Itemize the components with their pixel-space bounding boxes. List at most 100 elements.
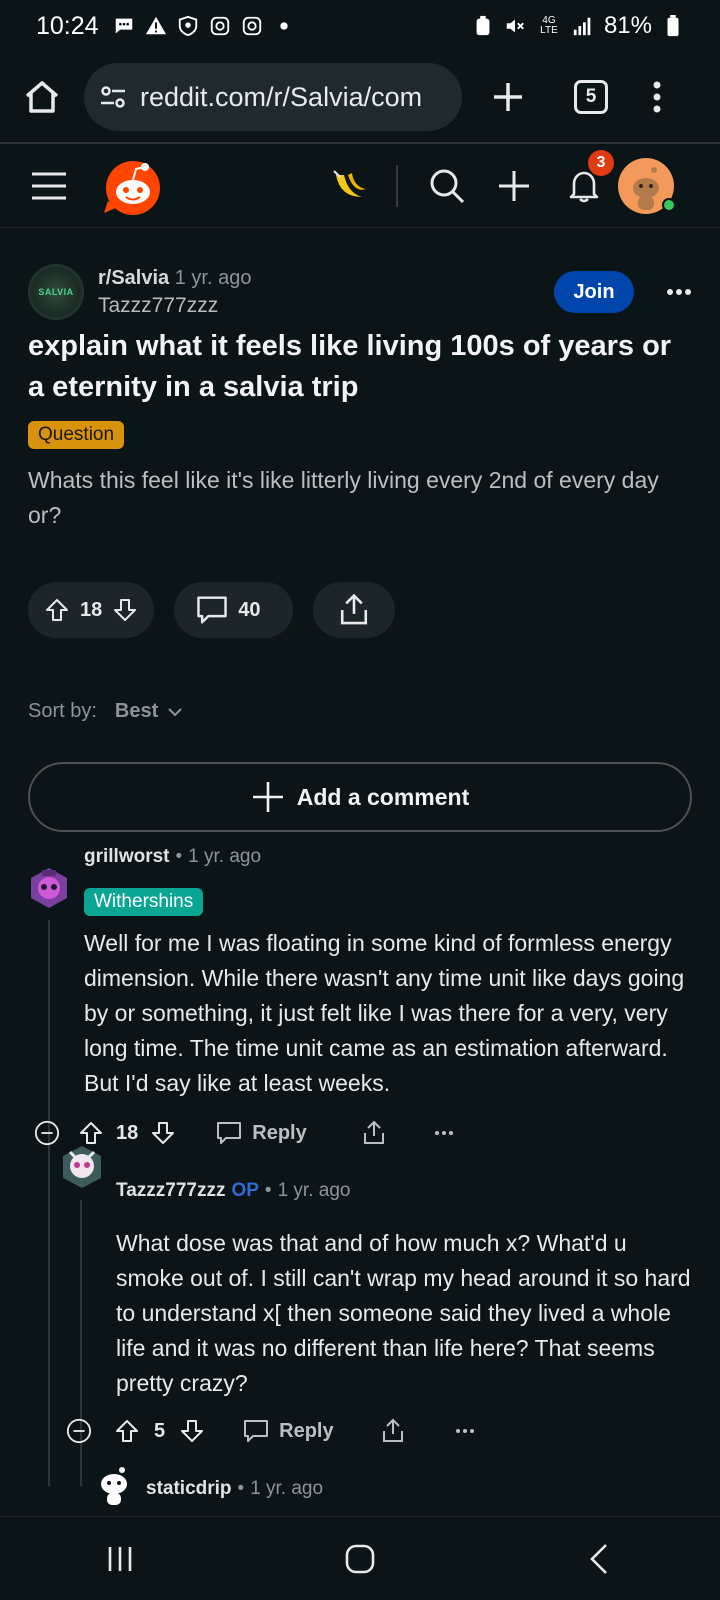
join-button[interactable]: Join bbox=[554, 271, 634, 313]
plus-icon bbox=[252, 782, 283, 812]
menu-icon[interactable] bbox=[30, 171, 68, 201]
battery-saver-icon bbox=[476, 15, 490, 36]
comment-username[interactable]: Tazzz777zzz bbox=[116, 1180, 225, 1201]
comment-icon bbox=[197, 596, 228, 624]
reply-icon[interactable] bbox=[216, 1120, 242, 1146]
tab-switcher-button[interactable]: 5 bbox=[574, 80, 608, 114]
reddit-logo-icon[interactable] bbox=[104, 157, 162, 215]
instagram-icon bbox=[210, 16, 229, 36]
post-comment-count: 40 bbox=[238, 598, 261, 621]
post-vote-count: 18 bbox=[80, 598, 103, 621]
new-tab-icon[interactable] bbox=[490, 79, 526, 115]
comment-header: staticdrip • 1 yr. ago bbox=[146, 1478, 323, 1500]
notifications-button[interactable]: 3 bbox=[566, 149, 614, 204]
collapse-icon[interactable] bbox=[34, 1120, 60, 1146]
downvote-icon[interactable] bbox=[179, 1418, 205, 1444]
comment-age: 1 yr. ago bbox=[250, 1478, 324, 1499]
snoo-avatar-icon[interactable] bbox=[94, 1466, 132, 1506]
user-avatar[interactable] bbox=[618, 157, 676, 214]
reply-button[interactable]: Reply bbox=[279, 1420, 333, 1443]
add-comment-label: Add a comment bbox=[296, 783, 470, 810]
comment-age: 1 yr. ago bbox=[277, 1180, 351, 1201]
dot-icon bbox=[279, 22, 288, 30]
comment-username[interactable]: grillworst bbox=[84, 846, 170, 867]
separator-dot: • bbox=[237, 1478, 245, 1499]
downvote-icon[interactable] bbox=[150, 1120, 176, 1146]
post-title[interactable]: explain what it feels like living 100s o… bbox=[28, 326, 692, 408]
comment-actions: 18 Reply bbox=[34, 1120, 457, 1146]
downvote-icon[interactable] bbox=[112, 597, 138, 623]
mute-icon bbox=[506, 19, 524, 33]
chat-bubble-icon bbox=[115, 18, 132, 34]
subreddit-name[interactable]: r/Salvia bbox=[98, 267, 169, 289]
chevron-down-icon bbox=[168, 707, 182, 716]
comment-vote-count: 18 bbox=[116, 1121, 139, 1144]
reply-icon[interactable] bbox=[243, 1418, 269, 1444]
status-system-icons: 4G LTE 81% bbox=[472, 12, 684, 40]
comment-vote-count: 5 bbox=[154, 1419, 166, 1442]
status-time: 10:24 bbox=[36, 11, 99, 40]
commenter-avatar[interactable] bbox=[28, 866, 70, 910]
vote-pill: 18 bbox=[28, 582, 155, 638]
header-divider bbox=[396, 164, 398, 207]
reddit-header: 3 bbox=[0, 144, 720, 228]
post-more-icon[interactable] bbox=[666, 288, 692, 296]
status-notification-icons bbox=[113, 15, 295, 37]
sort-selector[interactable]: Sort by: Best bbox=[28, 700, 184, 723]
address-bar[interactable]: reddit.com/r/Salvia/com bbox=[84, 63, 462, 131]
search-icon[interactable] bbox=[428, 167, 466, 205]
comments-button[interactable]: 40 bbox=[174, 582, 293, 638]
add-comment-button[interactable]: Add a comment bbox=[28, 762, 692, 832]
url-text: reddit.com/r/Salvia/com bbox=[140, 81, 423, 112]
more-options-icon[interactable] bbox=[431, 1120, 457, 1146]
separator-dot: • bbox=[264, 1180, 272, 1201]
instagram-icon bbox=[242, 16, 261, 36]
sort-value: Best bbox=[114, 700, 159, 722]
separator-dot: • bbox=[175, 846, 183, 867]
share-icon[interactable] bbox=[380, 1418, 406, 1444]
post-actions: 18 40 bbox=[28, 582, 395, 638]
home-icon[interactable] bbox=[22, 77, 62, 117]
post-body: Whats this feel like it's like litterly … bbox=[28, 467, 659, 528]
more-options-icon[interactable] bbox=[452, 1418, 478, 1444]
notification-badge: 3 bbox=[588, 149, 614, 176]
upvote-icon[interactable] bbox=[114, 1418, 140, 1444]
sort-label: Sort by: bbox=[28, 700, 97, 722]
post-header: SALVIA r/Salvia 1 yr. ago Tazzz777zzz Jo… bbox=[28, 262, 692, 322]
op-tag: OP bbox=[231, 1180, 259, 1201]
post-meta: r/Salvia 1 yr. ago Tazzz777zzz bbox=[98, 267, 251, 318]
share-button[interactable] bbox=[312, 582, 395, 638]
comment-body: Well for me I was floating in some kind … bbox=[84, 930, 685, 1096]
browser-toolbar: reddit.com/r/Salvia/com 5 bbox=[0, 52, 720, 144]
subreddit-avatar[interactable]: SALVIA bbox=[28, 264, 84, 320]
home-button-icon[interactable] bbox=[340, 1539, 380, 1579]
tab-count: 5 bbox=[585, 86, 597, 107]
network-type: 4G LTE bbox=[540, 15, 558, 36]
back-icon[interactable] bbox=[580, 1539, 620, 1579]
share-icon[interactable] bbox=[361, 1120, 387, 1146]
subreddit-avatar-text: SALVIA bbox=[38, 287, 74, 297]
collapse-icon[interactable] bbox=[66, 1418, 92, 1444]
upvote-icon[interactable] bbox=[78, 1120, 104, 1146]
comment-header: grillworst • 1 yr. ago bbox=[84, 846, 261, 868]
upvote-icon[interactable] bbox=[44, 597, 70, 623]
reply-button[interactable]: Reply bbox=[252, 1122, 306, 1145]
warning-icon bbox=[145, 16, 166, 35]
comment-actions: 5 Reply bbox=[66, 1418, 478, 1444]
browser-menu-icon[interactable] bbox=[652, 80, 662, 114]
create-post-icon[interactable] bbox=[496, 168, 532, 204]
post-age: 1 yr. ago bbox=[174, 266, 252, 289]
thread-line[interactable] bbox=[48, 920, 50, 1486]
comment-header: Tazzz777zzz OP • 1 yr. ago bbox=[116, 1180, 350, 1202]
comment-body: What dose was that and of how much x? Wh… bbox=[116, 1230, 691, 1396]
banana-icon[interactable] bbox=[330, 167, 368, 205]
post-author[interactable]: Tazzz777zzz bbox=[98, 294, 251, 318]
recent-apps-icon[interactable] bbox=[100, 1539, 140, 1579]
site-settings-icon[interactable] bbox=[98, 82, 128, 112]
post-flair[interactable]: Question bbox=[28, 421, 125, 449]
comment-age: 1 yr. ago bbox=[188, 846, 262, 867]
signal-icon bbox=[573, 17, 591, 36]
comment-username[interactable]: staticdrip bbox=[146, 1478, 232, 1499]
op-avatar[interactable] bbox=[60, 1144, 104, 1190]
battery-icon bbox=[667, 15, 679, 37]
